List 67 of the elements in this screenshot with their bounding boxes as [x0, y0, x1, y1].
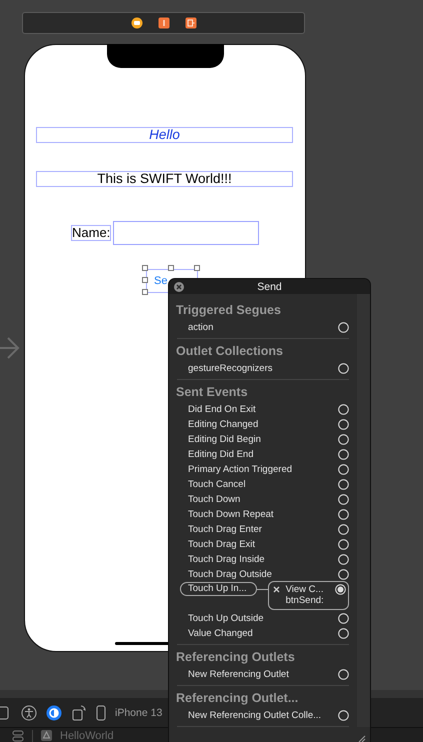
event-label: Editing Changed — [188, 419, 258, 430]
section-title: Referencing Outlet... — [176, 690, 300, 707]
connection-circle[interactable] — [338, 419, 349, 430]
text-label[interactable]: This is SWIFT World!!! — [36, 171, 293, 187]
rotate-icon[interactable] — [71, 704, 87, 720]
device-name[interactable]: iPhone 13 — [115, 706, 162, 718]
event-label: Editing Did End — [188, 449, 254, 460]
resize-handle[interactable] — [194, 265, 200, 271]
event-label: action — [188, 322, 214, 333]
event-label: Touch Drag Inside — [188, 554, 265, 565]
connection-circle[interactable] — [338, 509, 349, 520]
event-label: New Referencing Outlet — [188, 669, 289, 680]
event-label: gestureRecognizers — [188, 363, 272, 374]
event-label: Touch Down Repeat — [188, 509, 274, 520]
section-title: Referencing Outlets — [176, 649, 296, 666]
remove-connection-icon[interactable] — [272, 586, 280, 592]
action-name: btnSend: — [284, 595, 325, 607]
connection-circle[interactable] — [338, 322, 349, 333]
event-label: Did End On Exit — [188, 404, 256, 415]
connection-circle[interactable] — [338, 434, 349, 445]
event-label: Touch Cancel — [188, 479, 246, 490]
connection-circle[interactable] — [338, 539, 349, 550]
app-icon — [41, 730, 52, 741]
name-label[interactable]: Name: — [71, 225, 112, 241]
connection-circle[interactable] — [338, 464, 349, 475]
section-title: Outlet Collections — [176, 343, 284, 360]
connection-circle[interactable] — [338, 554, 349, 565]
event-label: Touch Drag Outside — [188, 569, 272, 580]
connection-circle[interactable] — [338, 404, 349, 415]
event-label: Value Changed — [188, 628, 253, 639]
event-label: Editing Did Begin — [188, 434, 261, 445]
device-icon[interactable] — [96, 704, 106, 720]
event-label: Touch Drag Exit — [188, 539, 256, 550]
connection-circle[interactable] — [338, 363, 349, 374]
resize-grip-icon[interactable] — [356, 733, 366, 742]
exit-icon[interactable] — [184, 17, 196, 29]
connection-circle[interactable] — [334, 584, 346, 594]
accessibility-icon[interactable] — [21, 704, 37, 720]
close-icon[interactable] — [174, 282, 184, 292]
connection-circle[interactable] — [338, 669, 349, 680]
section-title: Sent Events — [176, 384, 249, 401]
appearance-icon[interactable] — [46, 704, 62, 720]
event-label: Touch Drag Enter — [188, 524, 262, 535]
event-label: New Referencing Outlet Colle... — [188, 710, 322, 721]
connection-circle[interactable] — [338, 449, 349, 460]
view-controller-icon[interactable] — [130, 17, 142, 29]
connection-circle[interactable] — [338, 524, 349, 535]
connection-circle[interactable] — [338, 479, 349, 490]
text-label[interactable]: Hello — [36, 127, 293, 143]
event-label: Touch Up Outside — [188, 613, 264, 624]
connection-circle[interactable] — [338, 628, 349, 639]
resize-handle[interactable] — [168, 265, 174, 271]
connection-circle[interactable] — [338, 710, 349, 721]
event-label: Primary Action Triggered — [188, 464, 292, 475]
connection-circle[interactable] — [338, 494, 349, 505]
first-responder-icon[interactable] — [158, 17, 170, 29]
section-title: Triggered Segues — [176, 302, 282, 319]
connection-target[interactable]: View C... btnSend: — [268, 581, 349, 610]
entry-arrow-icon — [0, 335, 20, 361]
toggle-icon[interactable] — [12, 730, 24, 742]
name-field[interactable] — [113, 221, 259, 245]
event-label: Touch Down — [188, 494, 240, 505]
popover-title: Send — [257, 280, 282, 292]
connection-circle[interactable] — [338, 569, 349, 580]
target-name: View C... — [286, 584, 324, 594]
connection-circle[interactable] — [338, 613, 349, 624]
connection-pill[interactable]: Touch Up In... — [180, 582, 257, 596]
